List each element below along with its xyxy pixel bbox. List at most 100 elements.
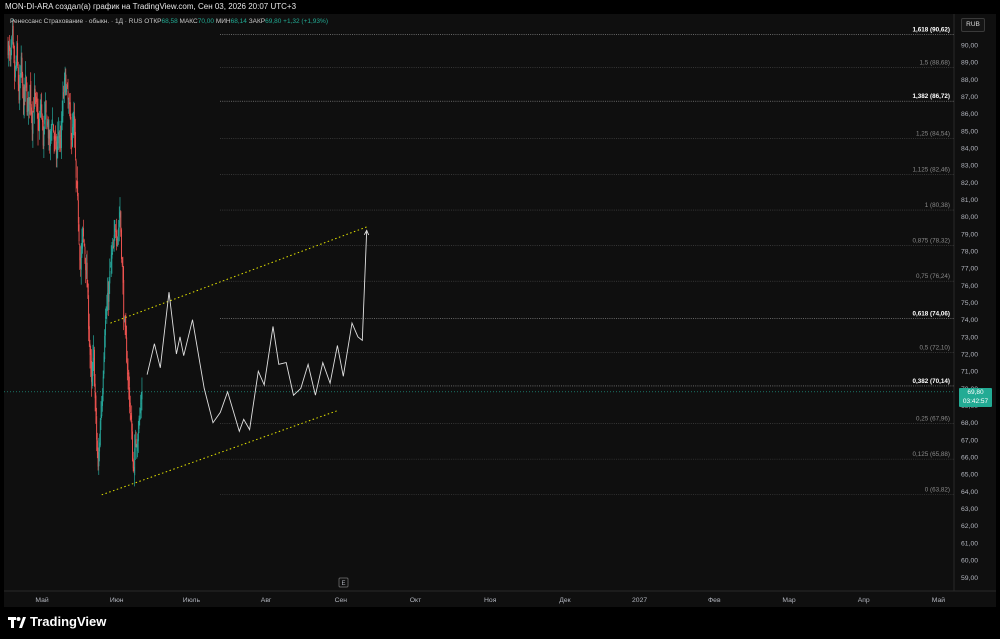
attribution-text: MON-DI-ARA создал(а) график на TradingVi… <box>5 2 297 11</box>
candle-body <box>121 229 123 259</box>
close-label: ЗАКР <box>248 18 266 25</box>
y-tick-label: 77,00 <box>961 266 978 273</box>
y-tick-label: 84,00 <box>961 145 978 152</box>
fib-level-label: 0,5 (72,10) <box>920 344 950 351</box>
x-tick-label: Ноя <box>484 597 497 604</box>
y-tick-label: 75,00 <box>961 300 978 307</box>
fib-level-label: 0,75 (76,24) <box>916 273 950 280</box>
x-tick-label: Дек <box>559 597 570 604</box>
y-tick-label: 64,00 <box>961 489 978 496</box>
symbol-name: Ренессанс Страхование · обыкн. · 1Д · RU… <box>10 18 143 25</box>
symbol-legend: Ренессанс Страхование · обыкн. · 1Д · RU… <box>10 18 328 25</box>
y-tick-label: 85,00 <box>961 128 978 135</box>
candle-body <box>41 104 43 115</box>
change-value: +1,32 (+1,93%) <box>283 18 328 25</box>
fib-level-label: 0,618 (74,06) <box>913 311 950 318</box>
last-price-tag: 69,80 03:42:57 <box>959 388 992 407</box>
y-tick-label: 88,00 <box>961 77 978 84</box>
candle-body <box>88 326 90 343</box>
y-tick-label: 71,00 <box>961 369 978 376</box>
x-tick-label: Сен <box>335 597 348 604</box>
y-tick-label: 63,00 <box>961 506 978 513</box>
fib-level-label: 1,618 (90,62) <box>913 26 950 33</box>
earnings-marker-letter: E <box>341 581 345 587</box>
fib-level-label: 1,25 (84,54) <box>916 131 950 138</box>
y-tick-label: 90,00 <box>961 42 978 49</box>
x-tick-label: Фев <box>708 597 721 604</box>
candle-body <box>78 224 80 242</box>
tradingview-logo-text: TradingView <box>30 614 107 629</box>
fib-level-label: 1 (80,38) <box>925 202 950 209</box>
x-tick-label: Июль <box>183 597 201 604</box>
x-tick-label: 2027 <box>632 597 647 604</box>
low-label: МИН <box>215 18 231 25</box>
y-tick-label: 81,00 <box>961 197 978 204</box>
candle-body <box>39 118 41 132</box>
last-price-value: 69,80 <box>967 389 984 396</box>
fib-level-label: 0,125 (65,88) <box>913 451 950 458</box>
chart-panel[interactable]: 59,00 60,00 61,00 62,00 63,00 64,00 65,00 66,00… <box>4 14 996 607</box>
candle-body <box>52 122 54 124</box>
y-tick-label: 60,00 <box>961 558 978 565</box>
y-tick-label: 72,00 <box>961 352 978 359</box>
x-tick-label: Мар <box>782 597 796 604</box>
y-tick-label: 62,00 <box>961 523 978 530</box>
high-value: 70,00 <box>197 18 214 25</box>
candle-body <box>32 112 34 134</box>
fib-level-label: 0,382 (70,14) <box>913 378 950 385</box>
candle-body <box>83 228 84 237</box>
open-value: 68,58 <box>161 18 178 25</box>
candle-body <box>129 402 131 413</box>
candle-body <box>123 280 125 319</box>
y-tick-label: 78,00 <box>961 248 978 255</box>
fib-level-label: 0 (63,82) <box>925 486 950 493</box>
candle-body <box>102 376 104 395</box>
x-tick-label: Май <box>35 596 49 604</box>
candle-body <box>53 124 54 133</box>
x-tick-label: Авг <box>261 597 272 604</box>
y-tick-label: 59,00 <box>961 575 978 582</box>
candle-body <box>12 25 14 44</box>
y-tick-label: 67,00 <box>961 437 978 444</box>
tradingview-logo[interactable]: TradingView <box>8 614 106 629</box>
y-tick-label: 86,00 <box>961 111 978 118</box>
open-label: ОТКР <box>144 18 162 25</box>
fib-level-label: 1,382 (86,72) <box>913 93 950 100</box>
candle-body <box>75 160 77 178</box>
channel-upper-line <box>110 226 367 324</box>
candle-body <box>30 80 32 106</box>
y-tick-label: 73,00 <box>961 334 978 341</box>
candle-body <box>84 246 86 254</box>
x-tick-label: Июн <box>110 597 124 604</box>
y-tick-label: 65,00 <box>961 472 978 479</box>
y-tick-label: 79,00 <box>961 231 978 238</box>
candle-body <box>105 320 106 336</box>
y-tick-label: 89,00 <box>961 60 978 67</box>
low-value: 68,14 <box>230 18 247 25</box>
close-value: 69,80 <box>265 18 282 25</box>
price-chart[interactable]: 59,00 60,00 61,00 62,00 63,00 64,00 65,00 66,00… <box>4 14 996 607</box>
y-tick-label: 76,00 <box>961 283 978 290</box>
candle-body <box>74 132 76 158</box>
y-tick-label: 74,00 <box>961 317 978 324</box>
fib-level-label: 0,25 (67,96) <box>916 415 950 422</box>
bar-countdown: 03:42:57 <box>962 397 989 405</box>
y-tick-label: 61,00 <box>961 540 978 547</box>
currency-button[interactable]: RUB <box>961 18 985 32</box>
candle-body <box>137 431 139 442</box>
x-tick-label: Апр <box>858 597 870 604</box>
projection-path <box>146 230 368 433</box>
fib-level-label: 1,125 (82,46) <box>913 166 950 173</box>
candle-body <box>141 391 143 400</box>
y-tick-label: 82,00 <box>961 180 978 187</box>
fib-level-label: 1,5 (88,68) <box>920 60 950 67</box>
y-tick-label: 80,00 <box>961 214 978 221</box>
x-tick-label: Май <box>932 596 946 604</box>
footer-bar <box>0 607 1000 639</box>
y-tick-label: 83,00 <box>961 163 978 170</box>
high-label: МАКС <box>179 18 198 25</box>
y-tick-label: 87,00 <box>961 94 978 101</box>
attribution-bar: MON-DI-ARA создал(а) график на TradingVi… <box>0 0 1000 14</box>
candle-body <box>109 271 111 284</box>
x-tick-label: Окт <box>410 597 421 604</box>
